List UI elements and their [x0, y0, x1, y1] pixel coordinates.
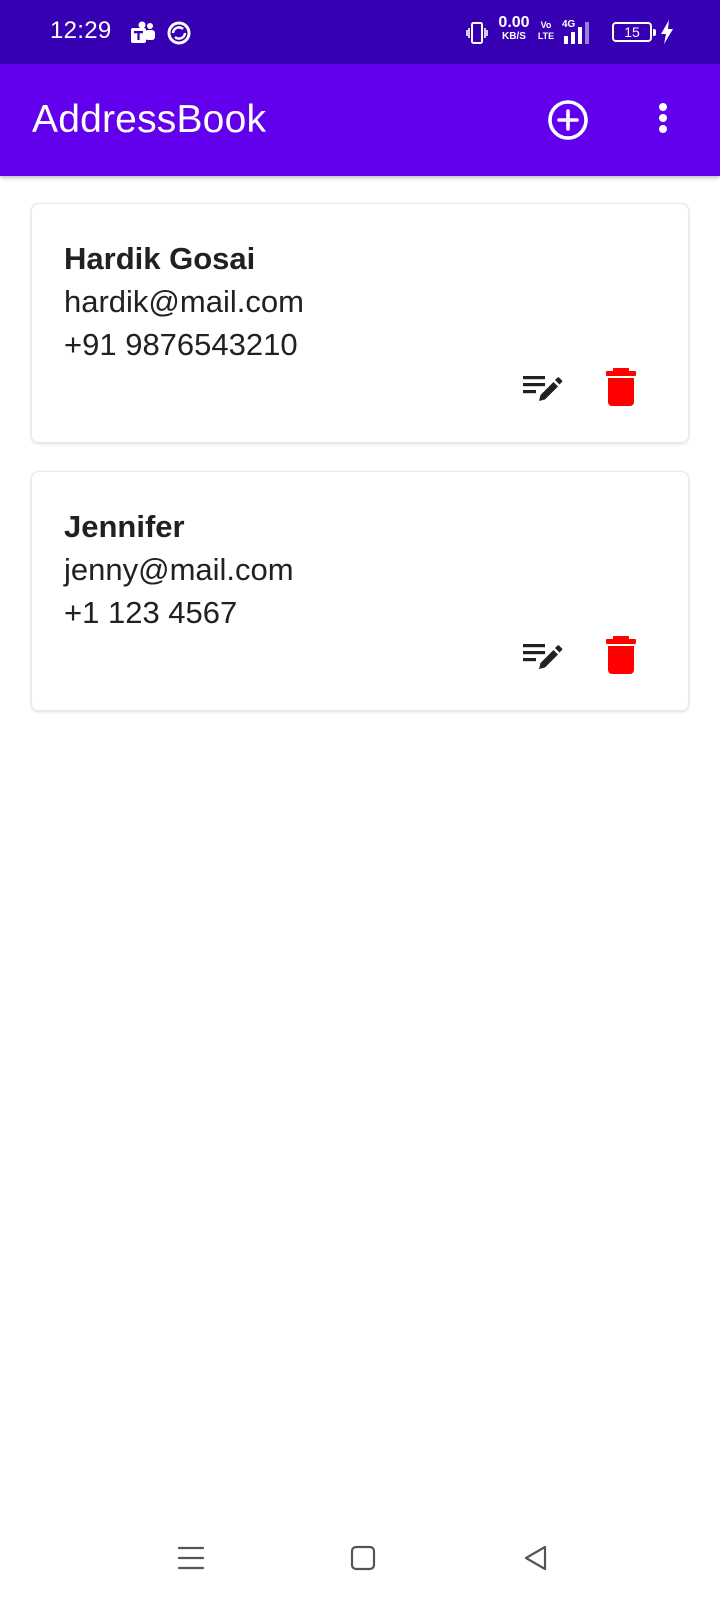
status-time: 12:29 [50, 17, 112, 44]
contact-name: Hardik Gosai [64, 241, 256, 276]
edit-note-icon [523, 376, 563, 401]
home-icon [350, 1545, 376, 1571]
add-circle-icon [548, 100, 588, 140]
edit-contact-button[interactable] [518, 632, 570, 680]
volte-indicator: Vo LTE [537, 20, 555, 41]
delete-contact-button[interactable] [599, 364, 643, 412]
teams-icon [131, 21, 155, 43]
delete-contact-button[interactable] [599, 632, 643, 680]
contact-email: hardik@mail.com [64, 284, 304, 319]
vibrate-icon [466, 22, 488, 44]
contact-email: jenny@mail.com [64, 552, 294, 587]
contact-name: Jennifer [64, 509, 185, 544]
system-nav-bar [0, 1520, 720, 1600]
signal-icon: 4G [562, 19, 589, 44]
edit-note-icon [523, 644, 563, 669]
delete-icon [606, 368, 636, 406]
more-options-button[interactable] [640, 92, 688, 148]
delete-icon [606, 636, 636, 674]
more-vert-icon [659, 103, 667, 133]
menu-icon [177, 1546, 205, 1570]
contact-card[interactable]: Hardik Gosai hardik@mail.com +91 9876543… [31, 203, 689, 443]
home-button[interactable] [343, 1538, 383, 1578]
back-button[interactable] [516, 1538, 556, 1578]
contact-phone: +91 9876543210 [64, 327, 298, 362]
network-speed: 0.00 KB/S [498, 14, 530, 42]
contact-phone: +1 123 4567 [64, 595, 238, 630]
svg-text:4G: 4G [562, 19, 576, 30]
add-contact-button[interactable] [540, 92, 596, 148]
status-bar: 12:29 0.00 KB/S Vo LTE 4G 15 [0, 0, 720, 64]
edit-contact-button[interactable] [518, 364, 570, 412]
sync-icon [167, 21, 191, 45]
contact-card[interactable]: Jennifer jenny@mail.com +1 123 4567 [31, 471, 689, 711]
charging-icon [661, 20, 673, 44]
app-bar: AddressBook [0, 64, 720, 176]
battery-icon: 15 [612, 22, 656, 42]
back-icon [524, 1545, 547, 1571]
app-title: AddressBook [32, 98, 267, 141]
recent-apps-button[interactable] [171, 1538, 211, 1578]
